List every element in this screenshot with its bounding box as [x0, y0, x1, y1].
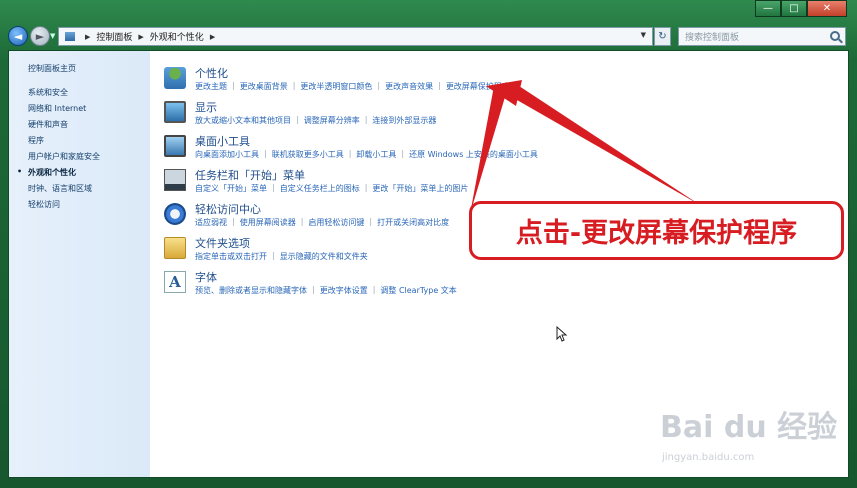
link-get-more-gadgets[interactable]: 联机获取更多小工具 — [272, 149, 344, 160]
link-external-display[interactable]: 连接到外部显示器 — [372, 115, 436, 126]
address-bar[interactable]: ▶ 控制面板 ▶ 外观和个性化 ▶ ▼ — [58, 27, 653, 46]
link-text-size[interactable]: 放大或缩小文本和其他项目 — [195, 115, 291, 126]
gadgets-icon[interactable] — [164, 135, 186, 157]
watermark-logo: Bai du 经验 — [660, 410, 838, 445]
sidebar-item-home[interactable]: 控制面板主页 — [9, 61, 150, 77]
personalization-icon[interactable] — [164, 67, 186, 89]
link-single-double-click[interactable]: 指定单击或双击打开 — [195, 251, 267, 262]
minimize-button[interactable]: — — [755, 0, 781, 17]
fonts-icon[interactable]: A — [164, 271, 186, 293]
search-placeholder: 搜索控制面板 — [685, 33, 740, 43]
sidebar-item-user-accounts[interactable]: 用户帐户和家庭安全 — [9, 149, 150, 165]
breadcrumb-control-panel[interactable]: 控制面板 — [96, 30, 132, 43]
link-add-gadgets[interactable]: 向桌面添加小工具 — [195, 149, 259, 160]
link-screen-reader[interactable]: 使用屏幕阅读器 — [240, 217, 296, 228]
link-customize-start-menu[interactable]: 自定义「开始」菜单 — [195, 183, 267, 194]
breadcrumb-appearance[interactable]: 外观和个性化 — [150, 30, 204, 43]
address-dropdown-icon[interactable]: ▼ — [641, 31, 646, 39]
link-change-screen-saver[interactable]: 更改屏幕保护程序 — [446, 81, 510, 92]
close-button[interactable]: ✕ — [807, 0, 847, 17]
link-change-theme[interactable]: 更改主题 — [195, 81, 227, 92]
refresh-button[interactable]: ↻ — [654, 27, 671, 46]
callout-text: 点击-更改屏幕保护程序 — [515, 218, 798, 249]
category-title[interactable]: 桌面小工具 — [195, 133, 250, 149]
window-controls: — □ ✕ — [755, 0, 847, 18]
back-button[interactable]: ◄ — [8, 26, 28, 46]
display-icon[interactable] — [164, 101, 186, 123]
category-links: 指定单击或双击打开 | 显示隐藏的文件和文件夹 — [195, 251, 368, 262]
category-links: 放大或缩小文本和其他项目 | 调整屏幕分辨率 | 连接到外部显示器 — [195, 115, 437, 126]
ease-of-access-icon[interactable] — [164, 203, 186, 225]
sidebar: 控制面板主页 系统和安全 网络和 Internet 硬件和声音 程序 用户帐户和… — [9, 51, 150, 477]
maximize-button[interactable]: □ — [781, 0, 807, 17]
annotation-callout: 点击-更改屏幕保护程序 — [469, 201, 844, 260]
control-panel-icon — [65, 32, 75, 41]
link-font-settings[interactable]: 更改字体设置 — [320, 285, 368, 296]
link-screen-resolution[interactable]: 调整屏幕分辨率 — [304, 115, 360, 126]
category-title[interactable]: 个性化 — [195, 65, 228, 81]
link-change-start-picture[interactable]: 更改「开始」菜单上的图片 — [372, 183, 468, 194]
category-links: 向桌面添加小工具 | 联机获取更多小工具 | 卸载小工具 | 还原 Windows 上… — [195, 149, 538, 160]
recent-pages-dropdown-icon[interactable]: ▼ — [50, 32, 56, 42]
sidebar-item-network[interactable]: 网络和 Internet — [9, 101, 150, 117]
category-links: 预览、删除或者显示和隐藏字体 | 更改字体设置 | 调整 ClearType 文本 — [195, 285, 457, 296]
mouse-cursor-icon — [556, 326, 568, 342]
link-uninstall-gadget[interactable]: 卸载小工具 — [356, 149, 396, 160]
link-change-sound-effects[interactable]: 更改声音效果 — [385, 81, 433, 92]
control-panel-window: — □ ✕ ◄ ► ▼ ▶ 控制面板 ▶ 外观和个性化 ▶ ▼ ↻ 搜索控制面板… — [0, 0, 857, 488]
sidebar-item-clock-language[interactable]: 时钟、语言和区域 — [9, 181, 150, 197]
sidebar-item-system-security[interactable]: 系统和安全 — [9, 85, 150, 101]
category-title[interactable]: 文件夹选项 — [195, 235, 250, 251]
navigation-bar: ◄ ► ▼ ▶ 控制面板 ▶ 外观和个性化 ▶ ▼ ↻ 搜索控制面板 — [0, 24, 857, 48]
link-restore-gadgets[interactable]: 还原 Windows 上安装的桌面小工具 — [409, 149, 538, 160]
category-title[interactable]: 字体 — [195, 269, 217, 285]
category-title[interactable]: 轻松访问中心 — [195, 201, 261, 217]
category-title[interactable]: 任务栏和「开始」菜单 — [195, 167, 305, 183]
link-low-vision[interactable]: 适应弱视 — [195, 217, 227, 228]
link-customize-taskbar-icons[interactable]: 自定义任务栏上的图标 — [280, 183, 360, 194]
forward-button[interactable]: ► — [30, 26, 50, 46]
chevron-right-icon[interactable]: ▶ — [85, 33, 90, 41]
link-high-contrast[interactable]: 打开或关闭高对比度 — [377, 217, 449, 228]
link-show-hidden-files[interactable]: 显示隐藏的文件和文件夹 — [280, 251, 368, 262]
sidebar-item-appearance[interactable]: 外观和个性化 — [9, 165, 150, 181]
category-links: 适应弱视 | 使用屏幕阅读器 | 启用轻松访问键 | 打开或关闭高对比度 — [195, 217, 450, 228]
category-title[interactable]: 显示 — [195, 99, 217, 115]
search-input[interactable]: 搜索控制面板 — [678, 27, 846, 46]
link-cleartype[interactable]: 调整 ClearType 文本 — [380, 285, 456, 296]
chevron-right-icon[interactable]: ▶ — [210, 33, 215, 41]
link-change-window-color[interactable]: 更改半透明窗口颜色 — [300, 81, 372, 92]
watermark-url: jingyan.baidu.com — [662, 452, 755, 463]
link-change-desktop-background[interactable]: 更改桌面背景 — [240, 81, 288, 92]
search-icon[interactable] — [830, 31, 840, 41]
link-accessibility-keys[interactable]: 启用轻松访问键 — [308, 217, 364, 228]
category-links: 自定义「开始」菜单 | 自定义任务栏上的图标 | 更改「开始」菜单上的图片 — [195, 183, 469, 194]
sidebar-item-ease-of-access[interactable]: 轻松访问 — [9, 197, 150, 213]
baidu-watermark: Bai du 经验 jingyan.baidu.com — [660, 402, 850, 472]
taskbar-icon[interactable] — [164, 169, 186, 191]
sidebar-item-programs[interactable]: 程序 — [9, 133, 150, 149]
folder-options-icon[interactable] — [164, 237, 186, 259]
chevron-right-icon[interactable]: ▶ — [138, 33, 143, 41]
link-preview-fonts[interactable]: 预览、删除或者显示和隐藏字体 — [195, 285, 307, 296]
category-links: 更改主题 | 更改桌面背景 | 更改半透明窗口颜色 | 更改声音效果 | 更改屏幕保护程… — [195, 81, 510, 92]
sidebar-item-hardware-sound[interactable]: 硬件和声音 — [9, 117, 150, 133]
